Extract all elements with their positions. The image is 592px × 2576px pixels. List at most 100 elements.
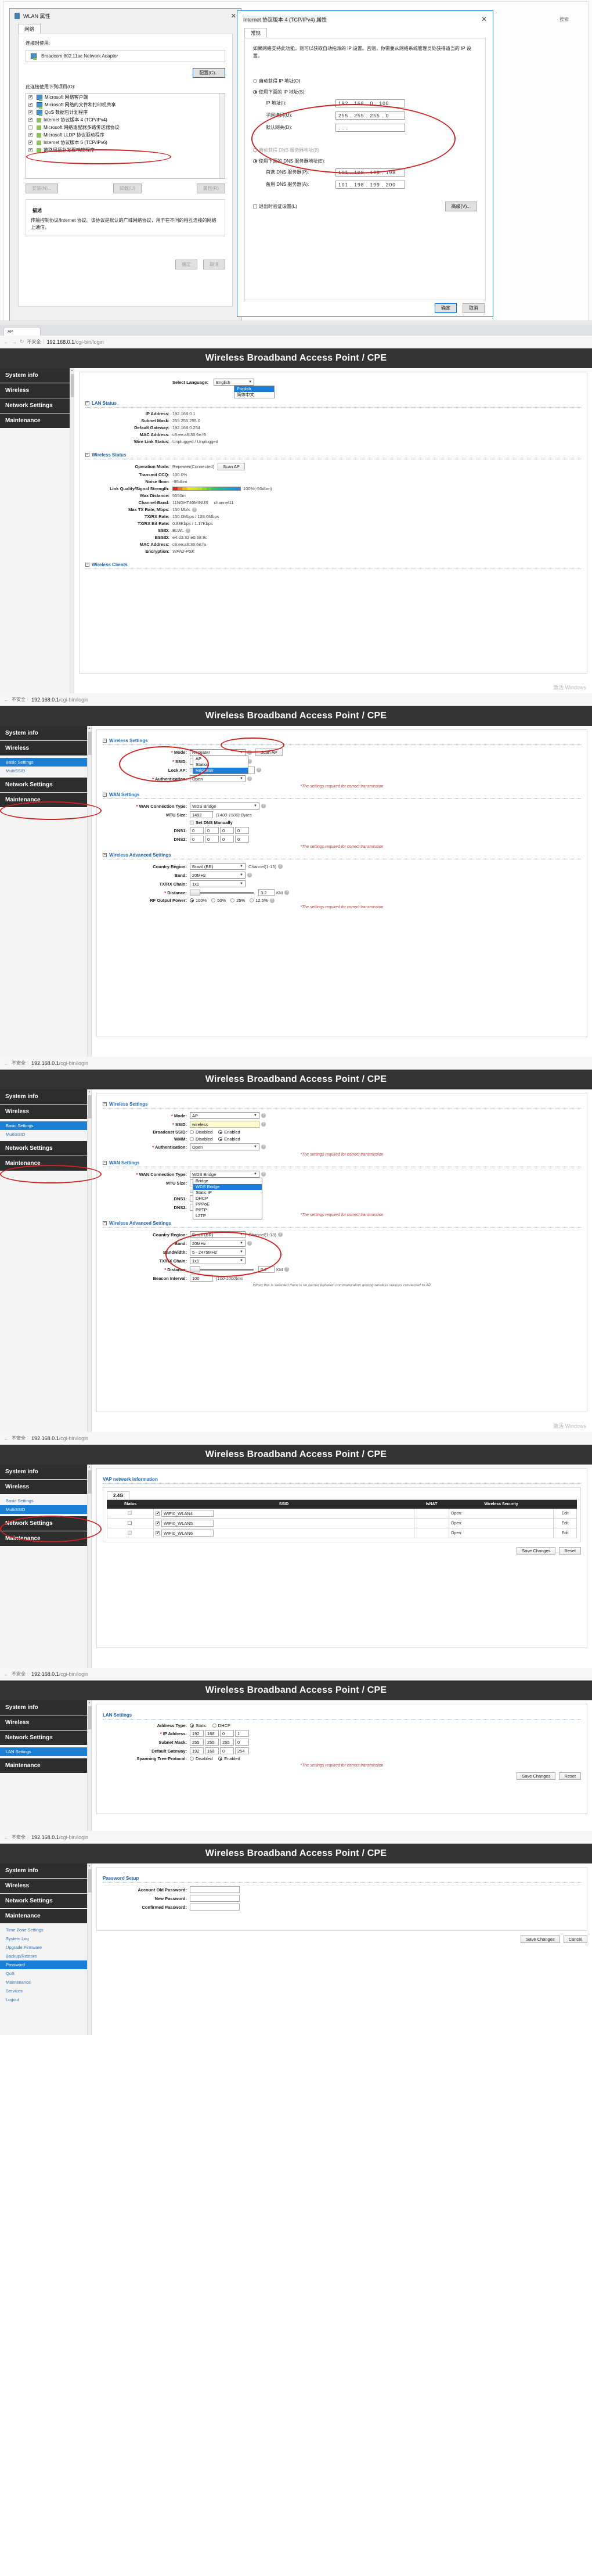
- sidebar-scrollbar[interactable]: [87, 1700, 92, 1831]
- sidebar-item-system-info[interactable]: System info: [0, 1700, 87, 1715]
- sidebar-item-wireless[interactable]: Wireless: [0, 1480, 87, 1495]
- list-item[interactable]: Microsoft 网络的文件和打印机共享: [26, 101, 225, 109]
- save-changes-button[interactable]: Save Changes: [517, 1772, 556, 1780]
- wan-settings-section-title[interactable]: − WAN Settings: [103, 792, 581, 799]
- wireless-advanced-section-title[interactable]: − Wireless Advanced Settings: [103, 852, 581, 859]
- help-icon[interactable]: ?: [247, 750, 252, 755]
- url-host[interactable]: 192.168.0.1: [31, 1834, 59, 1840]
- scan-ap-button[interactable]: Scan AP: [218, 463, 245, 470]
- back-arrow-icon[interactable]: ←: [3, 1060, 9, 1066]
- dns1-octet[interactable]: 0: [220, 827, 234, 834]
- ssid-input[interactable]: WIFI0_WLAN6: [161, 1530, 214, 1537]
- distance-input[interactable]: 3.2: [258, 1266, 275, 1273]
- txrx-chain-select[interactable]: 1x1 ▼: [190, 880, 246, 887]
- wmm-radio-enabled[interactable]: [218, 1137, 223, 1141]
- language-dropdown-list[interactable]: English 简体中文: [234, 386, 275, 398]
- save-changes-button[interactable]: Save Changes: [517, 1547, 556, 1555]
- back-arrow-icon[interactable]: ←: [3, 1435, 9, 1441]
- sidebar-item-wireless[interactable]: Wireless: [0, 1104, 87, 1120]
- sidebar-item-wireless[interactable]: Wireless: [0, 1879, 87, 1894]
- help-icon[interactable]: ?: [284, 1267, 290, 1272]
- sidebar-item-lan-settings[interactable]: LAN Settings: [0, 1747, 87, 1756]
- ssid-enabled-checkbox[interactable]: [156, 1531, 160, 1535]
- dns1-field[interactable]: 101 . 198 . 198 . 198: [335, 168, 405, 177]
- country-region-select[interactable]: Brazil (BR) ▼: [190, 863, 246, 870]
- language-option-english[interactable]: English: [234, 386, 274, 392]
- collapse-icon[interactable]: −: [103, 793, 107, 797]
- collapse-icon[interactable]: −: [85, 401, 89, 405]
- help-icon[interactable]: ?: [269, 898, 275, 903]
- reset-button[interactable]: Reset: [559, 1772, 581, 1780]
- help-icon[interactable]: ?: [261, 1122, 266, 1127]
- url-host[interactable]: 192.168.0.1: [31, 1671, 59, 1677]
- dns1-octet[interactable]: 0: [235, 827, 249, 834]
- sidebar-item-qos[interactable]: QoS: [0, 1969, 87, 1978]
- dns2-octet[interactable]: 0: [205, 836, 219, 843]
- scan-ap-button[interactable]: Scan AP: [255, 749, 283, 756]
- stp-radio-disabled[interactable]: [190, 1757, 194, 1761]
- sidebar-scrollbar[interactable]: [87, 1863, 92, 2035]
- distance-input[interactable]: 3.2: [258, 889, 275, 896]
- sidebar-item-network-settings[interactable]: Network Settings: [0, 1730, 87, 1746]
- help-icon[interactable]: ?: [247, 776, 252, 781]
- sidebar-item-system-info[interactable]: System info: [0, 1089, 87, 1104]
- help-icon[interactable]: ?: [192, 507, 197, 512]
- sidebar-item-network-settings[interactable]: Network Settings: [0, 1894, 87, 1909]
- language-select[interactable]: English ▼: [214, 379, 255, 386]
- slider-handle[interactable]: [190, 889, 200, 895]
- sidebar-item-password[interactable]: Password: [0, 1960, 87, 1969]
- reset-button[interactable]: Reset: [559, 1547, 581, 1555]
- collapse-icon[interactable]: −: [103, 1221, 107, 1225]
- authentication-select[interactable]: Open ▼: [190, 1143, 259, 1150]
- collapse-icon[interactable]: −: [85, 453, 89, 457]
- sidebar-item-network-settings[interactable]: Network Settings: [0, 1516, 87, 1531]
- list-item[interactable]: Microsoft 网络适配器多路传送器协议: [26, 124, 225, 131]
- wan-option-l2tp[interactable]: L2TP: [193, 1213, 262, 1219]
- list-scrollbar[interactable]: [219, 93, 225, 178]
- auto-ip-radio[interactable]: [253, 78, 257, 83]
- help-icon[interactable]: ?: [261, 1113, 266, 1118]
- wan-option-pptp[interactable]: PPTP: [193, 1207, 262, 1213]
- band-select[interactable]: 20MHz ▼: [190, 872, 246, 879]
- checkbox[interactable]: [28, 117, 33, 122]
- set-dns-manually-checkbox[interactable]: [190, 821, 194, 825]
- wan-connection-type-select[interactable]: WDS Bridge ▼: [190, 1171, 259, 1178]
- lan-ip-octet[interactable]: 192: [190, 1730, 204, 1737]
- help-icon[interactable]: ?: [257, 768, 261, 772]
- properties-button[interactable]: 属性(R): [196, 184, 225, 193]
- sidebar-item-logout[interactable]: Logout: [0, 1995, 87, 2004]
- list-item[interactable]: Internet 协议版本 6 (TCP/IPv6): [26, 139, 225, 146]
- url-path[interactable]: /cgi-bin/login: [59, 1060, 89, 1066]
- url-path[interactable]: /cgi-bin/login: [59, 1671, 89, 1677]
- close-icon[interactable]: ✕: [481, 15, 487, 23]
- sidebar-item-system-info[interactable]: System info: [0, 1863, 87, 1879]
- wireless-clients-section-title[interactable]: − Wireless Clients: [85, 562, 581, 569]
- dns2-field[interactable]: 101 . 198 . 199 . 200: [335, 180, 405, 189]
- broadcast-radio-enabled[interactable]: [218, 1130, 223, 1134]
- back-arrow-icon[interactable]: ←: [3, 1834, 9, 1840]
- configure-button[interactable]: 配置(C)...: [193, 68, 225, 78]
- lan-mask-octet[interactable]: 255: [220, 1739, 234, 1746]
- mode-option-repeater[interactable]: Repeater: [193, 768, 248, 773]
- lan-gateway-octet[interactable]: 168: [205, 1747, 219, 1754]
- band-select[interactable]: 20MHz ▼: [190, 1240, 246, 1247]
- back-arrow-icon[interactable]: ←: [3, 1671, 9, 1677]
- status-checkbox[interactable]: [127, 1531, 132, 1535]
- bandwidth-select[interactable]: 5 - 2475MHz ▼: [190, 1249, 246, 1255]
- lan-gateway-octet[interactable]: 0: [220, 1747, 234, 1754]
- wireless-settings-section-title[interactable]: − Wireless Settings: [103, 1102, 581, 1109]
- status-checkbox[interactable]: [127, 1521, 132, 1525]
- new-password-input[interactable]: [190, 1895, 240, 1902]
- url-host[interactable]: 192.168.0.1: [47, 339, 75, 345]
- confirm-password-input[interactable]: [190, 1904, 240, 1911]
- mode-select[interactable]: AP ▼: [190, 1112, 259, 1119]
- wan-option-bridge[interactable]: Bridge: [193, 1178, 262, 1184]
- address-type-radio-dhcp[interactable]: [212, 1724, 216, 1728]
- lan-ip-octet[interactable]: 1: [235, 1730, 249, 1737]
- url-path[interactable]: /cgi-bin/login: [59, 1834, 89, 1840]
- sidebar-item-wireless[interactable]: Wireless: [0, 383, 70, 398]
- wan-type-dropdown-list[interactable]: Bridge WDS Bridge Static IP DHCP PPPoE P…: [193, 1178, 262, 1219]
- distance-slider[interactable]: [190, 889, 254, 895]
- sidebar-item-upgrade-firmware[interactable]: Upgrade Firmware: [0, 1943, 87, 1952]
- help-icon[interactable]: ?: [261, 1145, 266, 1149]
